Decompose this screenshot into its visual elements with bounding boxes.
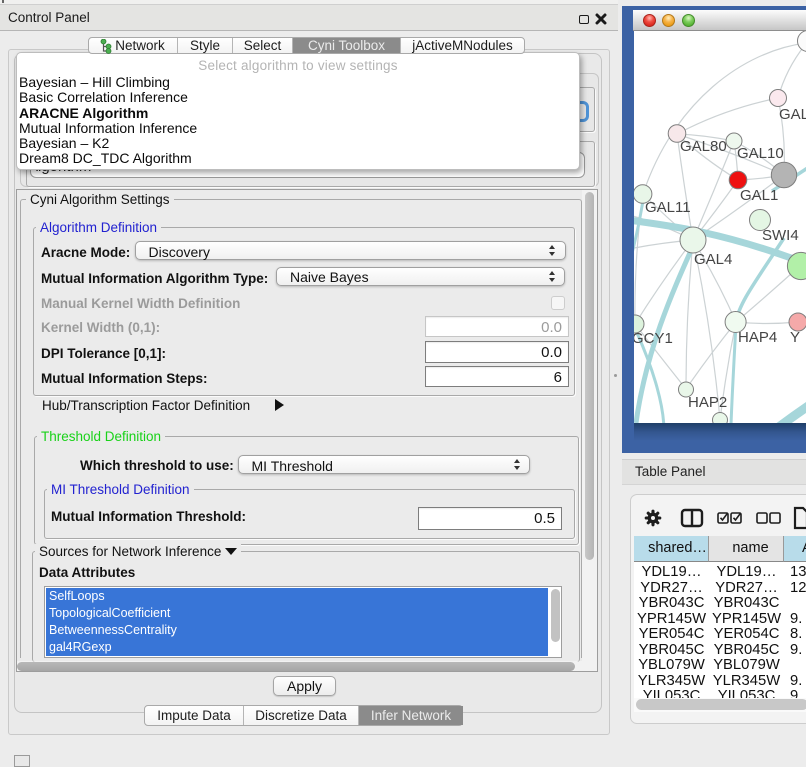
svg-text:GAL7: GAL7 [779, 106, 806, 123]
svg-text:Y: Y [790, 329, 800, 346]
svg-text:GAL80: GAL80 [680, 138, 727, 155]
svg-text:GAL11: GAL11 [645, 199, 691, 216]
svg-text:GCY1: GCY1 [634, 330, 673, 347]
svg-text:HAP4: HAP4 [738, 329, 777, 346]
svg-text:GAL1: GAL1 [740, 187, 778, 204]
svg-text:SWI4: SWI4 [762, 227, 799, 244]
svg-text:GAL4: GAL4 [694, 251, 732, 268]
svg-text:GAL10: GAL10 [737, 145, 784, 162]
svg-text:HAP2: HAP2 [688, 394, 727, 411]
